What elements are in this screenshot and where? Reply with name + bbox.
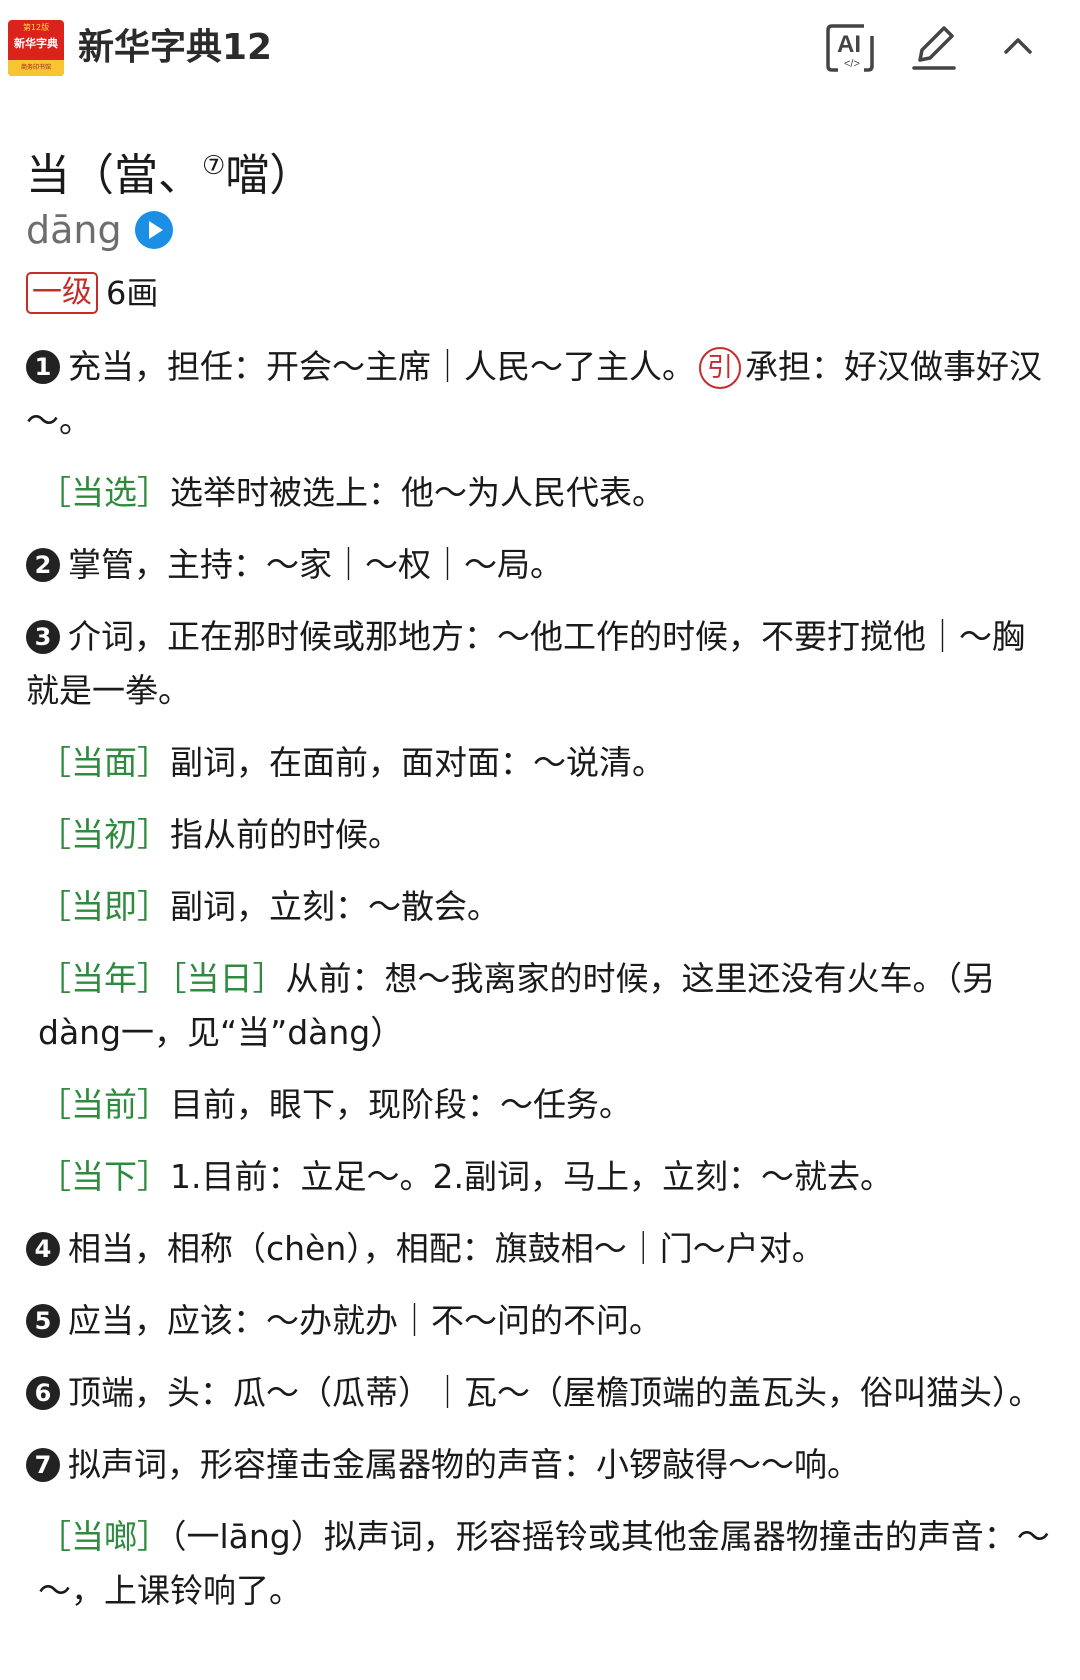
ai-button[interactable]: AI </> xyxy=(820,18,880,78)
compound-term[interactable]: ［当前］ xyxy=(38,1085,170,1124)
definition-5: 5 应当，应该：～办就办｜不～问的不问。 xyxy=(26,1294,1056,1348)
ai-sub-label: </> xyxy=(844,58,860,70)
pencil-icon xyxy=(912,26,956,70)
chevron-up-icon xyxy=(1004,38,1032,54)
compound-text: 指从前的时候。 xyxy=(170,815,401,854)
compound-text: 目前，眼下，现阶段：～任务。 xyxy=(170,1085,632,1124)
definition-text: 掌管，主持：～家｜～权｜～局。 xyxy=(68,545,563,584)
definition-6: 6 顶端，头：瓜～（瓜蒂）｜瓦～（屋檐顶端的盖瓦头，俗叫猫头）。 xyxy=(26,1366,1056,1420)
compound-dangnian: ［当年］［当日］从前：想～我离家的时候，这里还没有火车。（另dàng一，见“当”… xyxy=(26,952,1056,1060)
extended-meaning-badge[interactable]: 引 xyxy=(699,347,741,389)
logo-publisher: 商务印书馆 xyxy=(8,60,64,76)
logo-name: 新华字典 xyxy=(14,37,58,50)
headword-main: 当（當、 xyxy=(26,150,202,201)
sense-number: 5 xyxy=(26,1304,60,1338)
compound-text: （一lāng）拟声词，形容摇铃或其他金属器物撞击的声音：～～，上课铃响了。 xyxy=(38,1517,1050,1610)
definition-text: 应当，应该：～办就办｜不～问的不问。 xyxy=(68,1301,662,1340)
compound-dangchu: ［当初］指从前的时候。 xyxy=(26,808,1056,862)
variant-char: 噹） xyxy=(225,150,314,201)
compound-term[interactable]: ［当年］ xyxy=(38,959,170,998)
definition-2: 2 掌管，主持：～家｜～权｜～局。 xyxy=(26,538,1056,592)
ai-label: AI xyxy=(837,31,861,58)
definition-text: 顶端，头：瓜～（瓜蒂）｜瓦～（屋檐顶端的盖瓦头，俗叫猫头）。 xyxy=(68,1373,1042,1412)
app-logo: 第12版 新华字典 商务印书馆 xyxy=(8,20,64,76)
compound-text: 副词，立刻：～散会。 xyxy=(170,887,500,926)
sense-number: 7 xyxy=(26,1448,60,1482)
sense-number: 4 xyxy=(26,1232,60,1266)
compound-term[interactable]: ［当下］ xyxy=(38,1157,170,1196)
compound-term-2[interactable]: ［当日］ xyxy=(170,959,286,998)
sense-number: 1 xyxy=(26,350,60,384)
sense-number: 6 xyxy=(26,1376,60,1410)
stroke-count: 6画 xyxy=(106,274,159,312)
headword: 当（當、⑦噹） xyxy=(26,136,313,206)
compound-dangxia: ［当下］1.目前：立足～。2.副词，马上，立刻：～就去。 xyxy=(26,1150,1056,1204)
compound-text: 选举时被选上：他～为人民代表。 xyxy=(170,473,665,512)
definition-7: 7 拟声词，形容撞击金属器物的声音：小锣敲得～～响。 xyxy=(26,1438,1056,1492)
compound-term[interactable]: ［当啷］ xyxy=(38,1517,170,1556)
meta-row: 一级 6画 xyxy=(26,272,158,314)
compound-dangqian: ［当前］目前，眼下，现阶段：～任务。 xyxy=(26,1078,1056,1132)
pinyin-row: dāng xyxy=(26,204,174,256)
compound-dangji: ［当即］副词，立刻：～散会。 xyxy=(26,880,1056,934)
logo-edition: 第12版 xyxy=(22,23,50,32)
compound-dangxuan: ［当选］选举时被选上：他～为人民代表。 xyxy=(26,466,1056,520)
app-title: 新华字典12 xyxy=(78,27,273,68)
compound-text: 副词，在面前，面对面：～说清。 xyxy=(170,743,665,782)
definition-text: 拟声词，形容撞击金属器物的声音：小锣敲得～～响。 xyxy=(68,1445,860,1484)
compound-term[interactable]: ［当初］ xyxy=(38,815,170,854)
pinyin: dāng xyxy=(26,208,122,252)
collapse-button[interactable] xyxy=(988,18,1048,78)
compound-term[interactable]: ［当选］ xyxy=(38,473,170,512)
definition-text: 充当，担任：开会～主席｜人民～了主人。 xyxy=(68,347,695,386)
edit-button[interactable] xyxy=(904,18,964,78)
variant-mark: ⑦ xyxy=(202,151,226,181)
level-badge: 一级 xyxy=(26,272,98,314)
compound-term[interactable]: ［当面］ xyxy=(38,743,170,782)
definition-text: 相当，相称（chèn），相配：旗鼓相～｜门～户对。 xyxy=(68,1229,825,1268)
definition-text: 介词，正在那时候或那地方：～他工作的时候，不要打搅他｜～胸就是一拳。 xyxy=(26,617,1025,710)
definition-1: 1 充当，担任：开会～主席｜人民～了主人。引承担：好汉做事好汉～。 xyxy=(26,340,1056,448)
compound-dangmian: ［当面］副词，在面前，面对面：～说清。 xyxy=(26,736,1056,790)
play-audio-icon[interactable] xyxy=(134,210,174,250)
sense-number: 3 xyxy=(26,620,60,654)
compound-danglang: ［当啷］（一lāng）拟声词，形容摇铃或其他金属器物撞击的声音：～～，上课铃响了… xyxy=(26,1510,1056,1618)
app-header: 第12版 新华字典 商务印书馆 新华字典12 AI </> xyxy=(0,0,1080,96)
compound-text: 1.目前：立足～。2.副词，马上，立刻：～就去。 xyxy=(170,1157,893,1196)
compound-term[interactable]: ［当即］ xyxy=(38,887,170,926)
definition-3: 3 介词，正在那时候或那地方：～他工作的时候，不要打搅他｜～胸就是一拳。 xyxy=(26,610,1056,718)
sense-number: 2 xyxy=(26,548,60,582)
definition-4: 4 相当，相称（chèn），相配：旗鼓相～｜门～户对。 xyxy=(26,1222,1056,1276)
definition-list: 1 充当，担任：开会～主席｜人民～了主人。引承担：好汉做事好汉～。 ［当选］选举时… xyxy=(26,340,1056,1636)
ai-code-icon: AI </> xyxy=(826,24,874,72)
